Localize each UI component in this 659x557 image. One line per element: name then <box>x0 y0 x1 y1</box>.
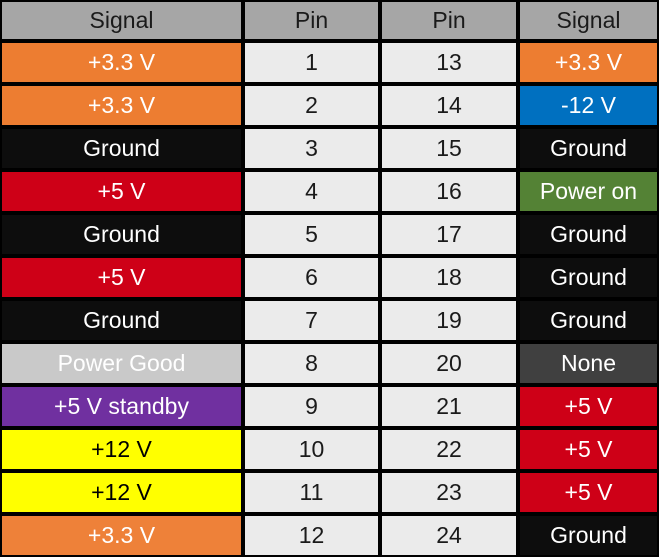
column-header-pin-right: Pin <box>380 0 518 41</box>
pin-cell-right: 19 <box>380 299 518 342</box>
table-row: Power Good 8 20 None <box>0 342 659 385</box>
column-header-pin-left: Pin <box>243 0 380 41</box>
table-row: Ground 7 19 Ground <box>0 299 659 342</box>
pin-cell-right: 18 <box>380 256 518 299</box>
signal-cell-left: +12 V <box>0 471 243 514</box>
signal-cell-right: Power on <box>518 170 659 213</box>
signal-cell-right: +5 V <box>518 428 659 471</box>
pin-cell-left: 10 <box>243 428 380 471</box>
table-row: +5 V 4 16 Power on <box>0 170 659 213</box>
table-row: Ground 5 17 Ground <box>0 213 659 256</box>
signal-cell-left: Ground <box>0 213 243 256</box>
pin-cell-left: 3 <box>243 127 380 170</box>
table-row: +5 V 6 18 Ground <box>0 256 659 299</box>
signal-cell-left: +3.3 V <box>0 84 243 127</box>
column-header-signal-left: Signal <box>0 0 243 41</box>
signal-cell-right: +5 V <box>518 385 659 428</box>
column-header-signal-right: Signal <box>518 0 659 41</box>
pin-cell-left: 4 <box>243 170 380 213</box>
pin-cell-left: 5 <box>243 213 380 256</box>
pin-cell-left: 9 <box>243 385 380 428</box>
signal-cell-left: +3.3 V <box>0 41 243 84</box>
table-header: Signal Pin Pin Signal <box>0 0 659 41</box>
signal-cell-left: +5 V standby <box>0 385 243 428</box>
signal-cell-left: Ground <box>0 299 243 342</box>
pin-cell-right: 16 <box>380 170 518 213</box>
signal-cell-right: -12 V <box>518 84 659 127</box>
pin-cell-right: 13 <box>380 41 518 84</box>
pin-cell-right: 22 <box>380 428 518 471</box>
signal-cell-right: Ground <box>518 213 659 256</box>
table-body: +3.3 V 1 13 +3.3 V +3.3 V 2 14 -12 V Ground 3 15 Gr… <box>0 41 659 557</box>
signal-cell-left: +5 V <box>0 256 243 299</box>
pin-cell-right: 20 <box>380 342 518 385</box>
pin-cell-right: 15 <box>380 127 518 170</box>
signal-cell-left: +12 V <box>0 428 243 471</box>
table-row: +3.3 V 2 14 -12 V <box>0 84 659 127</box>
table-row: +5 V standby 9 21 +5 V <box>0 385 659 428</box>
pin-cell-left: 12 <box>243 514 380 557</box>
pinout-table: Signal Pin Pin Signal +3.3 V 1 13 +3.3 V +3.… <box>0 0 659 557</box>
signal-cell-right: None <box>518 342 659 385</box>
pin-cell-left: 6 <box>243 256 380 299</box>
pin-cell-left: 1 <box>243 41 380 84</box>
table-row: +12 V 11 23 +5 V <box>0 471 659 514</box>
signal-cell-left: +5 V <box>0 170 243 213</box>
header-row: Signal Pin Pin Signal <box>0 0 659 41</box>
signal-cell-right: Ground <box>518 127 659 170</box>
table-row: +3.3 V 1 13 +3.3 V <box>0 41 659 84</box>
signal-cell-right: Ground <box>518 514 659 557</box>
signal-cell-right: +3.3 V <box>518 41 659 84</box>
signal-cell-left: Ground <box>0 127 243 170</box>
signal-cell-right: Ground <box>518 299 659 342</box>
pin-cell-left: 8 <box>243 342 380 385</box>
pin-cell-right: 17 <box>380 213 518 256</box>
pin-cell-right: 21 <box>380 385 518 428</box>
pin-cell-right: 23 <box>380 471 518 514</box>
pin-cell-left: 2 <box>243 84 380 127</box>
signal-cell-left: +3.3 V <box>0 514 243 557</box>
pin-cell-left: 11 <box>243 471 380 514</box>
table-row: +3.3 V 12 24 Ground <box>0 514 659 557</box>
pin-cell-right: 14 <box>380 84 518 127</box>
pin-cell-right: 24 <box>380 514 518 557</box>
signal-cell-right: +5 V <box>518 471 659 514</box>
signal-cell-right: Ground <box>518 256 659 299</box>
table-row: +12 V 10 22 +5 V <box>0 428 659 471</box>
pin-cell-left: 7 <box>243 299 380 342</box>
signal-cell-left: Power Good <box>0 342 243 385</box>
table-row: Ground 3 15 Ground <box>0 127 659 170</box>
